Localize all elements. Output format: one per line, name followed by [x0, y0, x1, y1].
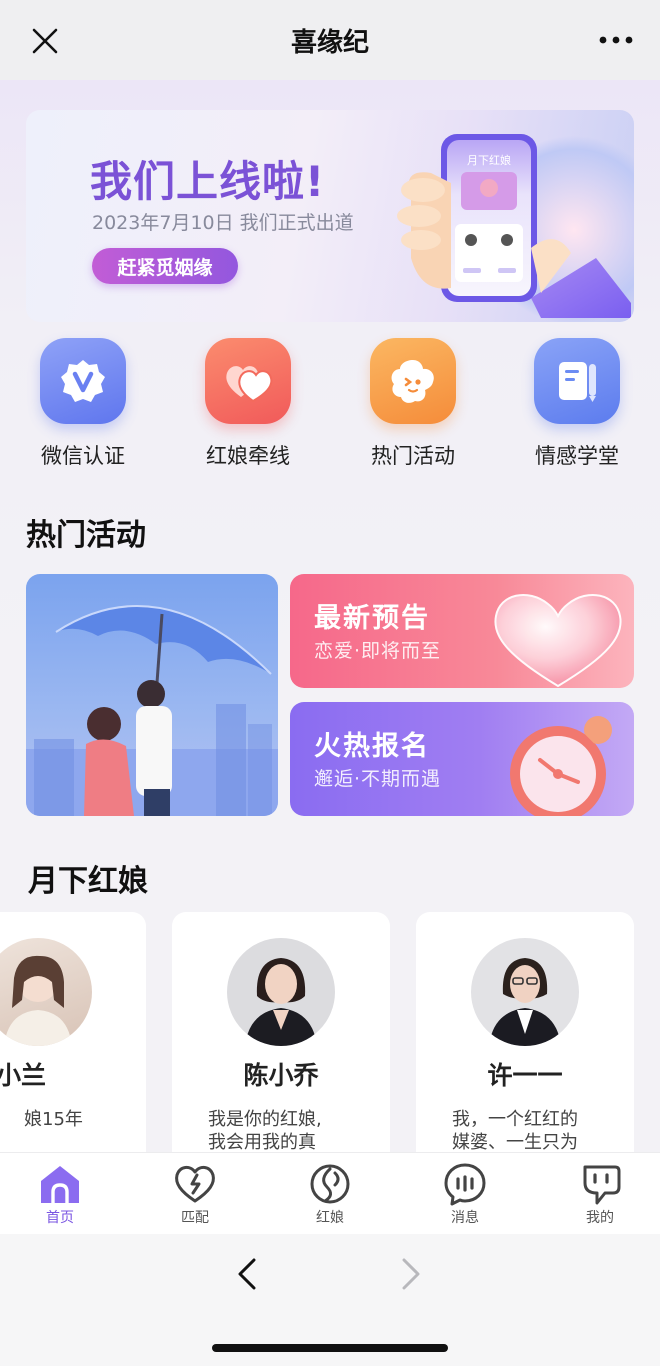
hot-signup-card[interactable]: 火热报名 邂逅·不期而遇 — [290, 702, 634, 816]
back-arrow-icon[interactable] — [232, 1256, 264, 1292]
tab-match[interactable]: 匹配 — [140, 1161, 250, 1227]
love-school-entry[interactable]: 情感学堂 — [512, 338, 642, 470]
matchmaker-desc: 我，一个红红的 媒婆、一生只为 — [452, 1108, 578, 1152]
home-content[interactable]: 我们上线啦! 2023年7月10日 我们正式出道 赶紧觅姻缘 月下红娘 微信认证… — [0, 80, 660, 1152]
matchmaker-name: 许一一 — [487, 1061, 563, 1090]
quick-actions: 微信认证 红娘牵线 热门活动 情感学堂 — [0, 338, 660, 478]
matchmaker-card[interactable]: 小兰 娘15年 — [0, 912, 146, 1152]
matchmaker-desc: 我是你的红娘, 我会用我的真 — [208, 1108, 322, 1152]
avatar — [0, 938, 92, 1046]
activity-title: 火热报名 — [314, 731, 430, 762]
alarm-clock-icon — [510, 716, 612, 816]
tab-label: 匹配 — [181, 1210, 209, 1226]
couple-umbrella-illustration — [26, 605, 278, 816]
tab-label: 我的 — [586, 1210, 614, 1226]
quick-action-label: 情感学堂 — [535, 444, 619, 468]
hot-events-entry[interactable]: 热门活动 — [348, 338, 478, 470]
matchmaker-card[interactable]: 许一一 我，一个红红的 媒婆、一生只为 — [416, 912, 634, 1152]
phone-in-hand-illustration: 月下红娘 — [397, 134, 631, 318]
matchmakers-heading: 月下红娘 — [28, 864, 148, 899]
phone-screen-title: 月下红娘 — [467, 153, 511, 167]
avatar — [227, 938, 335, 1046]
matchmaker-desc: 娘15年 — [24, 1109, 83, 1130]
hot-activities-heading: 热门活动 — [26, 518, 146, 553]
matchmaker-icon — [310, 1164, 350, 1204]
verified-badge-icon — [40, 338, 126, 424]
bottom-tab-bar: 首页 匹配 红娘 消息 我的 — [0, 1152, 660, 1234]
more-icon[interactable] — [598, 30, 634, 50]
activity-subtitle: 邂逅·不期而遇 — [314, 768, 442, 790]
banner-subtitle: 2023年7月10日 我们正式出道 — [92, 212, 354, 234]
quick-action-label: 红娘牵线 — [206, 444, 290, 468]
latest-preview-card[interactable]: 最新预告 恋爱·即将而至 — [290, 574, 634, 688]
notebook-icon — [534, 338, 620, 424]
quick-action-label: 微信认证 — [41, 444, 125, 468]
top-navbar: 喜缘纪 — [0, 0, 660, 80]
tab-matchmaker[interactable]: 红娘 — [275, 1161, 385, 1227]
wechat-verify-entry[interactable]: 微信认证 — [18, 338, 148, 470]
matchmaker-card[interactable]: 陈小乔 我是你的红娘, 我会用我的真 — [172, 912, 390, 1152]
home-indicator — [212, 1344, 448, 1352]
tab-messages[interactable]: 消息 — [410, 1161, 520, 1227]
browser-toolbar — [0, 1234, 660, 1366]
match-heart-icon — [175, 1166, 215, 1203]
find-match-button[interactable]: 赶紧觅姻缘 — [92, 248, 238, 284]
matchmaker-name: 小兰 — [0, 1061, 47, 1090]
app-title: 喜缘纪 — [290, 27, 369, 58]
activity-subtitle: 恋爱·即将而至 — [314, 640, 442, 662]
matchmaker-connect-entry[interactable]: 红娘牵线 — [183, 338, 313, 470]
desc-line: 我是你的红娘, — [208, 1109, 322, 1130]
forward-arrow-icon[interactable] — [394, 1256, 426, 1292]
quick-action-label: 热门活动 — [371, 444, 455, 468]
hearts-icon — [205, 338, 291, 424]
banner-title: 我们上线啦! — [90, 157, 326, 206]
desc-line: 媒婆、一生只为 — [452, 1132, 578, 1152]
profile-icon — [583, 1165, 621, 1205]
avatar — [471, 938, 579, 1046]
star-face-icon — [370, 338, 456, 424]
tab-label: 首页 — [46, 1210, 74, 1226]
tab-profile[interactable]: 我的 — [545, 1161, 655, 1227]
launch-banner[interactable]: 我们上线啦! 2023年7月10日 我们正式出道 赶紧觅姻缘 月下红娘 — [26, 110, 634, 322]
desc-line: 我会用我的真 — [208, 1132, 316, 1152]
close-icon[interactable] — [26, 22, 64, 60]
tab-label: 消息 — [451, 1210, 479, 1226]
glass-heart-icon — [494, 594, 622, 688]
matchmaker-name: 陈小乔 — [243, 1061, 319, 1090]
tab-label: 红娘 — [316, 1210, 344, 1226]
message-icon — [444, 1163, 486, 1206]
home-icon — [41, 1166, 79, 1205]
activity-title: 最新预告 — [314, 603, 430, 634]
tab-home[interactable]: 首页 — [5, 1161, 115, 1227]
couple-umbrella-card[interactable] — [26, 574, 278, 816]
desc-line: 我，一个红红的 — [452, 1109, 578, 1130]
